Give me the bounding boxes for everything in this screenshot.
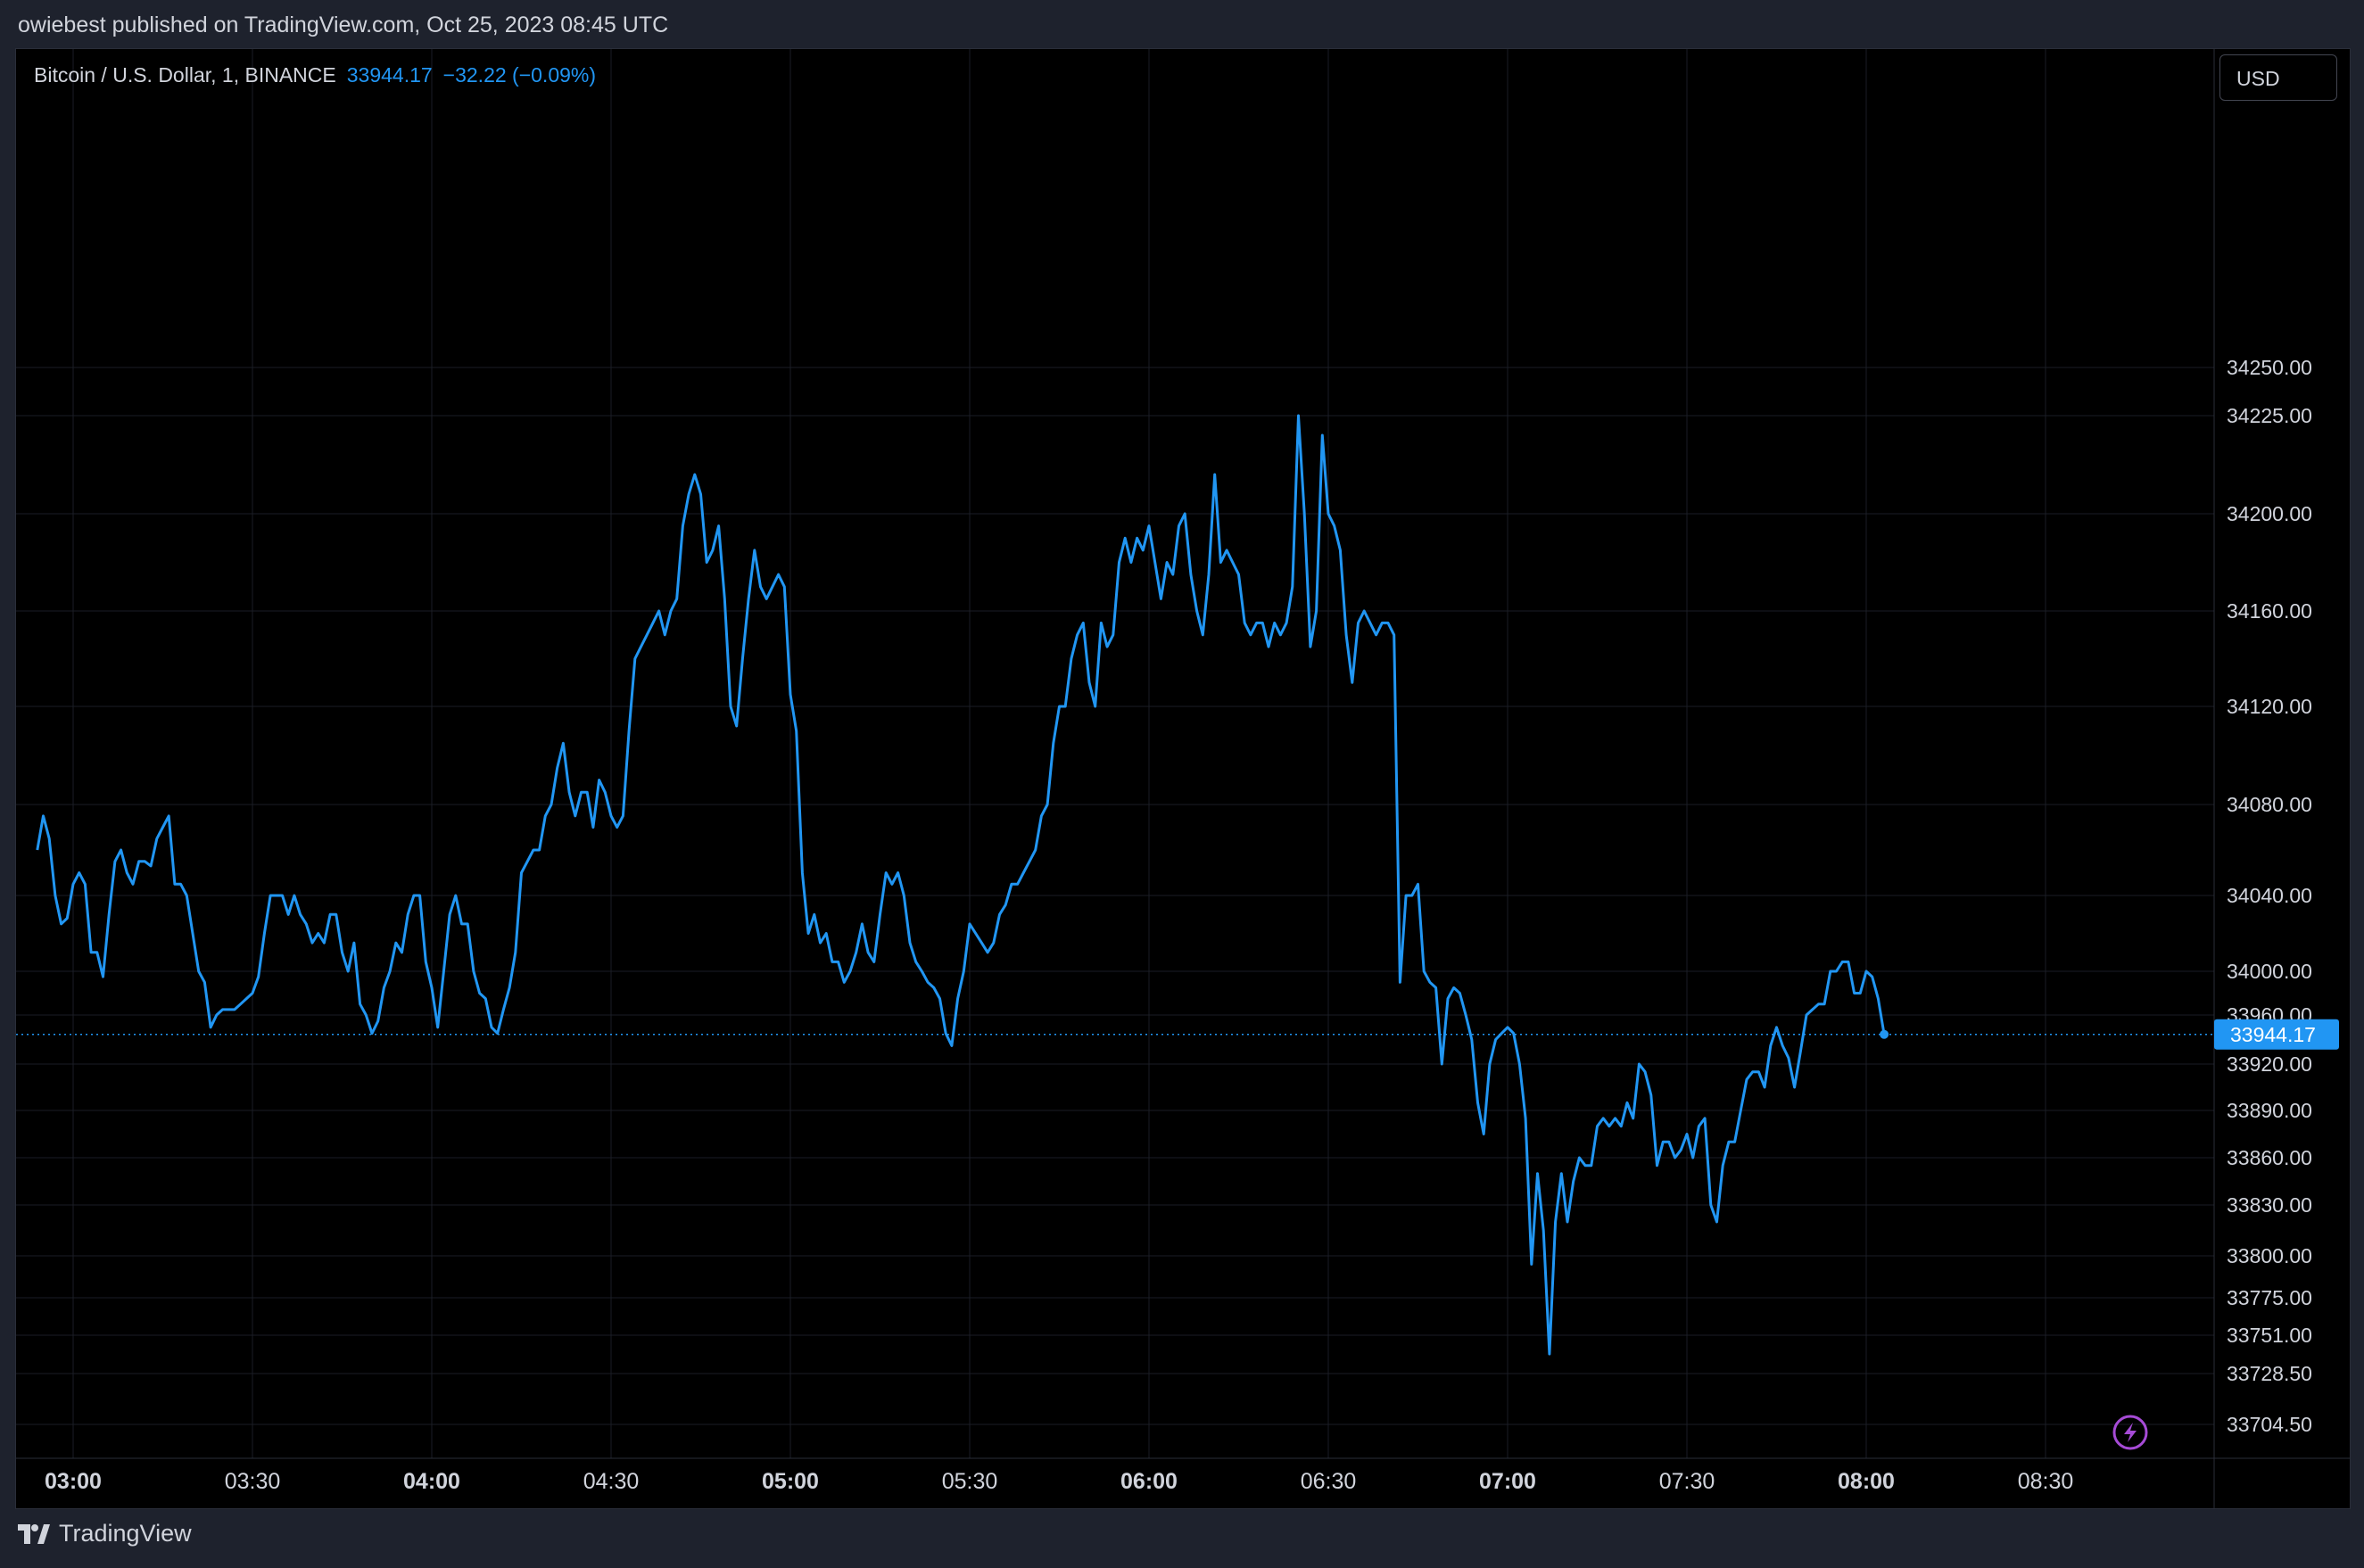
y-tick-label: 33890.00 [2227,1099,2312,1122]
y-tick-label: 33830.00 [2227,1193,2312,1217]
x-tick-label: 06:00 [1120,1469,1178,1494]
price-chart[interactable]: 34250.00 34225.00 34200.00 34160.00 34120.00… [16,49,2350,1508]
time-axis[interactable]: 03:00 03:30 04:00 04:30 05:00 05:30 06:00 06:30… [45,1469,2073,1494]
y-tick-label: 34040.00 [2227,884,2312,907]
y-tick-label: 33860.00 [2227,1146,2312,1169]
footer-brand[interactable]: TradingView [18,1520,192,1547]
price-line [36,414,1886,1356]
publisher-caption: owiebest published on TradingView.com, O… [18,12,669,37]
x-tick-label: 04:30 [583,1469,640,1494]
x-tick-label: 08:30 [2018,1469,2074,1494]
price-change: −32.22 (−0.09%) [442,63,597,87]
y-tick-label: 33920.00 [2227,1052,2312,1076]
x-tick-label: 08:00 [1838,1469,1895,1494]
symbol-legend: Bitcoin / U.S. Dollar, 1, BINANCE 33944.1… [34,63,596,87]
x-tick-label: 05:00 [762,1469,819,1494]
current-price-label: 33944.17 [2230,1023,2316,1046]
x-tick-label: 03:30 [225,1469,281,1494]
y-tick-label: 34080.00 [2227,793,2312,816]
y-tick-label: 33728.50 [2227,1362,2312,1385]
x-tick-label: 05:30 [942,1469,998,1494]
y-tick-label: 33800.00 [2227,1244,2312,1267]
x-tick-label: 04:00 [403,1469,460,1494]
y-tick-label: 34000.00 [2227,960,2312,983]
y-tick-label: 34120.00 [2227,695,2312,718]
lightning-icon[interactable] [2112,1415,2148,1450]
y-tick-label: 34250.00 [2227,356,2312,379]
y-tick-label: 34160.00 [2227,599,2312,623]
series-layer [16,414,2214,1356]
last-price: 33944.17 [346,63,433,87]
brand-name: TradingView [59,1520,192,1547]
y-tick-label: 33775.00 [2227,1286,2312,1309]
x-tick-label: 07:30 [1659,1469,1715,1494]
symbol-name[interactable]: Bitcoin / U.S. Dollar, 1, BINANCE [34,63,336,87]
y-tick-label: 33751.00 [2227,1324,2312,1347]
y-tick-label: 34200.00 [2227,502,2312,525]
y-tick-label: 34225.00 [2227,404,2312,427]
chart-panel[interactable]: 34250.00 34225.00 34200.00 34160.00 34120.00… [15,48,2351,1509]
x-tick-label: 03:00 [45,1469,102,1494]
tradingview-logo-icon [18,1523,50,1544]
x-tick-label: 06:30 [1301,1469,1357,1494]
y-tick-label: 33704.50 [2227,1413,2312,1436]
last-point-dot [1880,1029,1889,1039]
grid [16,49,2214,1458]
price-axis[interactable]: 34250.00 34225.00 34200.00 34160.00 34120.00… [2214,356,2339,1436]
currency-button[interactable]: USD [2219,54,2337,101]
screenshot-frame: owiebest published on TradingView.com, O… [0,0,2364,1568]
x-tick-label: 07:00 [1479,1469,1536,1494]
